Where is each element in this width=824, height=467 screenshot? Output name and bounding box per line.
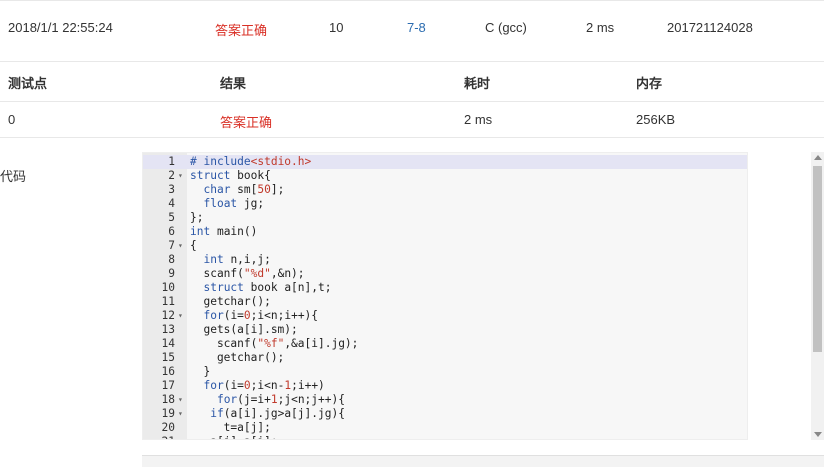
code-line: 13 gets(a[i].sm); xyxy=(143,323,747,337)
code-line: 4 float jg; xyxy=(143,197,747,211)
code-text: int n,i,j; xyxy=(203,253,271,266)
testcase-table-header: 测试点 结果 耗时 内存 xyxy=(0,62,824,102)
line-number: 11 xyxy=(161,295,175,308)
submission-score: 10 xyxy=(329,20,344,35)
code-text: if(a[i].jg>a[j].jg){ xyxy=(210,407,345,420)
scroll-thumb[interactable] xyxy=(813,166,822,352)
code-text: int main() xyxy=(190,225,258,238)
line-number: 9 xyxy=(168,267,175,280)
line-number: 20 xyxy=(161,421,175,434)
code-text: float jg; xyxy=(203,197,265,210)
line-number: 19 xyxy=(161,407,175,420)
code-line: 20 t=a[j]; xyxy=(143,421,747,435)
scroll-up-icon[interactable] xyxy=(814,155,822,160)
code-text: char sm[50]; xyxy=(203,183,285,196)
testcase-memory: 256KB xyxy=(636,112,676,127)
code-text: { xyxy=(190,239,197,252)
scroll-down-icon[interactable] xyxy=(814,432,822,437)
code-text: getchar(); xyxy=(190,295,271,308)
fold-toggle-icon[interactable]: ▾ xyxy=(178,393,183,407)
code-text: struct book a[n],t; xyxy=(203,281,332,294)
code-line: 2 ▾ struct book{ xyxy=(143,169,747,183)
code-line: 9 scanf("%d",&n); xyxy=(143,267,747,281)
code-text: t=a[j]; xyxy=(190,421,271,434)
code-line: 15 getchar(); xyxy=(143,351,747,365)
line-number: 2 xyxy=(168,169,175,182)
fold-toggle-icon[interactable]: ▾ xyxy=(178,239,183,253)
code-line: 10 struct book a[n],t; xyxy=(143,281,747,295)
header-memory: 内存 xyxy=(636,76,663,91)
code-text: gets(a[i].sm); xyxy=(190,323,298,336)
line-number: 21 xyxy=(143,435,175,439)
submission-time: 2018/1/1 22:55:24 xyxy=(8,20,113,35)
line-number: 16 xyxy=(161,365,175,378)
code-line: 21 a[j]=a[i]; xyxy=(143,435,747,439)
code-text: for(i=0;i<n;i++){ xyxy=(203,309,319,322)
code-line: 17 for(i=0;i<n-1;i++) xyxy=(143,379,747,393)
code-line: 6 int main() xyxy=(143,225,747,239)
code-text: } xyxy=(190,365,211,378)
code-line: 1 # include<stdio.h> xyxy=(143,155,747,169)
testcase-result: 答案正确 xyxy=(220,115,273,130)
line-number: 8 xyxy=(168,253,175,266)
line-number: 13 xyxy=(161,323,175,336)
testcase-time: 2 ms xyxy=(464,112,493,127)
code-text: for(j=i+1;j<n;j++){ xyxy=(216,393,345,406)
line-number: 10 xyxy=(161,281,175,294)
line-number: 17 xyxy=(161,379,175,392)
code-text: scanf("%d",&n); xyxy=(190,267,305,280)
line-number: 14 xyxy=(161,337,175,350)
submission-row: 2018/1/1 22:55:24 答案正确 10 7-8 C (gcc) 2 … xyxy=(0,0,824,62)
code-line: 7 ▾ { xyxy=(143,239,747,253)
code-line: 12 ▾ for(i=0;i<n;i++){ xyxy=(143,309,747,323)
header-result: 结果 xyxy=(220,76,247,91)
line-number: 7 xyxy=(168,239,175,252)
code-line: 11 getchar(); xyxy=(143,295,747,309)
submission-compiler: C (gcc) xyxy=(485,20,527,35)
line-number: 12 xyxy=(161,309,175,322)
submission-user[interactable]: 201721124028 xyxy=(667,20,753,35)
table-row: 0 答案正确 2 ms 256KB xyxy=(0,102,824,138)
code-line: 19 ▾ if(a[i].jg>a[j].jg){ xyxy=(143,407,747,421)
code-text: struct book{ xyxy=(190,169,271,182)
fold-toggle-icon[interactable]: ▾ xyxy=(178,407,183,421)
code-label: 代码 xyxy=(0,169,27,184)
line-number: 18 xyxy=(161,393,175,406)
problem-link[interactable]: 7-8 xyxy=(407,20,426,35)
code-editor[interactable]: 1 # include<stdio.h> 2 ▾ struct book{3 char … xyxy=(142,152,748,440)
code-line: 14 scanf("%f",&a[i].jg); xyxy=(143,337,747,351)
submission-duration: 2 ms xyxy=(586,20,615,35)
line-number: 6 xyxy=(168,225,175,238)
code-text: a[j]=a[i]; xyxy=(190,435,277,439)
line-number: 15 xyxy=(161,351,175,364)
header-testcase: 测试点 xyxy=(8,76,48,91)
code-text: scanf("%f",&a[i].jg); xyxy=(190,337,359,350)
code-line: 16 } xyxy=(143,365,747,379)
code-line: 3 char sm[50]; xyxy=(143,183,747,197)
code-line: 18 ▾ for(j=i+1;j<n;j++){ xyxy=(143,393,747,407)
line-number: 1 xyxy=(168,155,175,168)
fold-toggle-icon[interactable]: ▾ xyxy=(178,309,183,323)
code-text: for(i=0;i<n-1;i++) xyxy=(203,379,325,392)
page-scrollbar[interactable] xyxy=(811,152,824,440)
header-time: 耗时 xyxy=(464,76,491,91)
code-text: # include<stdio.h> xyxy=(190,155,312,168)
fold-toggle-icon[interactable]: ▾ xyxy=(178,169,183,183)
line-number: 3 xyxy=(168,183,175,196)
code-line: 5}; xyxy=(143,211,747,225)
code-text: }; xyxy=(190,211,204,224)
line-number: 5 xyxy=(168,211,175,224)
code-line: 8 int n,i,j; xyxy=(143,253,747,267)
next-panel xyxy=(142,455,824,467)
code-text: getchar(); xyxy=(190,351,285,364)
line-number: 4 xyxy=(168,197,175,210)
testcase-id: 0 xyxy=(8,112,16,127)
submission-status[interactable]: 答案正确 xyxy=(215,20,267,39)
